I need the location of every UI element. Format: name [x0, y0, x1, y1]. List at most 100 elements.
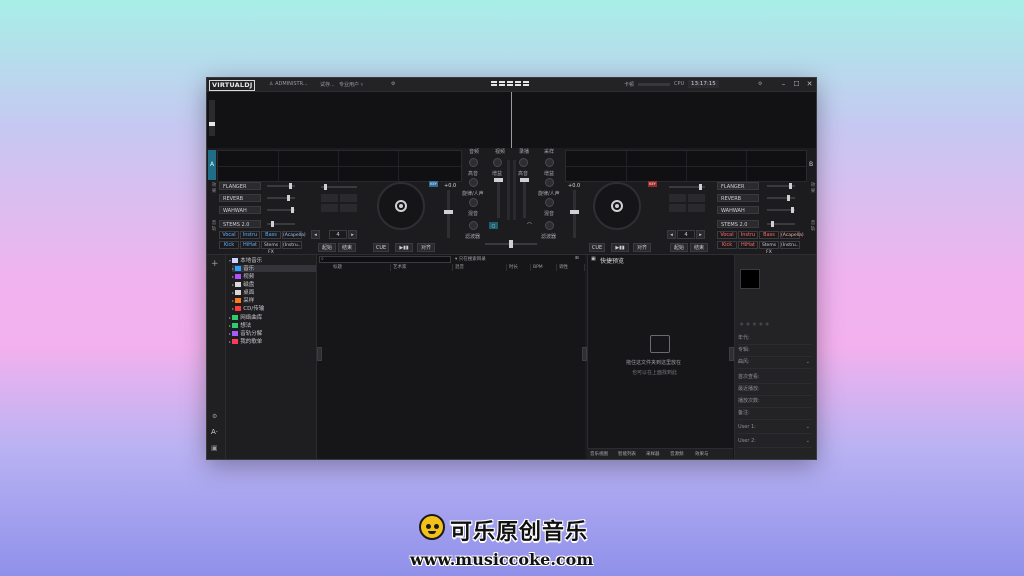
deck-b-jogwheel[interactable]: [593, 182, 641, 230]
deck-a-loop-out[interactable]: 结束: [338, 243, 356, 252]
deck-b-pad-vocal[interactable]: Vocal: [717, 231, 737, 239]
mixer-crossfader-mode[interactable]: ▢: [489, 222, 498, 229]
search-input[interactable]: ⌕: [319, 256, 451, 263]
settings-icon[interactable]: ⚙: [758, 81, 762, 87]
deck-a-cue-button[interactable]: CUE: [373, 243, 389, 252]
deck-b-cue-button[interactable]: CUE: [589, 243, 605, 252]
tree-item-video[interactable]: ▸ 视频: [232, 273, 254, 280]
rating-stars[interactable]: ★★★★★: [739, 321, 771, 328]
deck-b-loop-dec[interactable]: ◂: [667, 230, 676, 239]
deck-b-fx-1-slider[interactable]: [767, 183, 795, 189]
tab-smart-list[interactable]: 智能列表: [618, 451, 636, 458]
mixer-left-knob-high[interactable]: [469, 158, 478, 167]
headphone-icon[interactable]: ⌒: [525, 222, 534, 229]
deck-b-fx-2-slider[interactable]: [767, 195, 795, 201]
list-left-dock-handle[interactable]: [317, 347, 322, 361]
mixer-tab-video[interactable]: 视频: [495, 148, 505, 155]
deck-b-pad-kick[interactable]: Kick: [717, 241, 737, 249]
deck-a-waveform[interactable]: [217, 150, 462, 182]
deck-b-label[interactable]: B: [807, 150, 815, 180]
deck-a-loop-dec[interactable]: ◂: [311, 230, 320, 239]
tree-item-ideas[interactable]: ▸ 想法: [229, 322, 251, 329]
deck-b-pad-instru2[interactable]: (Instru...): [780, 241, 800, 249]
close-button[interactable]: ✕: [805, 80, 814, 89]
user-menu[interactable]: ♙ ADMINISTR...: [269, 81, 308, 87]
tree-item-stems[interactable]: ▸ 音轨分解: [229, 330, 262, 337]
info-user1[interactable]: User 1: ⌄: [738, 422, 812, 434]
deck-b-loop-in[interactable]: 起始: [670, 243, 688, 252]
deck-a-fx-3[interactable]: WAHWAH: [219, 206, 261, 214]
deck-a-pad-vocal[interactable]: Vocal: [219, 231, 239, 239]
deck-a-volume-slider[interactable]: [321, 184, 357, 190]
deck-b-pad-instru[interactable]: Instru: [738, 231, 758, 239]
deck-a-pad-grid[interactable]: [321, 194, 357, 212]
deck-a-pad-kick[interactable]: Kick: [219, 241, 239, 249]
info-genre[interactable]: 曲风: ⌄: [738, 357, 812, 369]
tree-item-cd[interactable]: ▸ CD/传输: [232, 305, 264, 312]
deck-a-fx-3-slider[interactable]: [267, 207, 295, 213]
deck-a-loop-size[interactable]: 4: [329, 230, 347, 239]
search-filter-dropdown[interactable]: ▾ 只在搜索目录: [455, 256, 486, 262]
deck-a-pitch-slider[interactable]: [444, 190, 453, 238]
deck-b-volume-slider[interactable]: [669, 184, 705, 190]
deck-a-key-badge[interactable]: KEY: [429, 181, 438, 187]
info-comment[interactable]: 备注:: [738, 408, 812, 420]
mixer-left-channel-fader[interactable]: [494, 178, 503, 218]
deck-a-pad-instru[interactable]: Instru: [240, 231, 260, 239]
col-key[interactable]: 调性: [557, 264, 585, 271]
tb-item-2[interactable]: 试存...: [320, 81, 335, 88]
mixer-left-knob-filter[interactable]: [469, 221, 478, 230]
deck-a-jogwheel[interactable]: [377, 182, 425, 230]
mixer-right-knob-gain[interactable]: [545, 158, 554, 167]
deck-a-sync-button[interactable]: 对齐: [417, 243, 435, 252]
deck-b-sync-button[interactable]: 对齐: [633, 243, 651, 252]
deck-b-pad-grid[interactable]: [669, 194, 705, 212]
tab-music-view[interactable]: 音乐视图: [590, 451, 608, 458]
col-remix[interactable]: 混音: [453, 264, 507, 271]
deck-a-fx-2-slider[interactable]: [267, 195, 295, 201]
info-user2[interactable]: User 2: ⌄: [738, 436, 812, 448]
deck-b-pad-acapella[interactable]: (Acapella): [780, 231, 804, 239]
mixer-right-knob-high[interactable]: [519, 158, 528, 167]
deck-a-stems-slider[interactable]: [267, 221, 295, 227]
col-length[interactable]: 时长: [507, 264, 531, 271]
mixer-right-knob-mix[interactable]: [545, 198, 554, 207]
deck-b-stems-slider[interactable]: [767, 221, 795, 227]
deck-a-pad-stemsfx[interactable]: Stems FX: [261, 241, 281, 255]
volume-meter[interactable]: [209, 100, 215, 136]
deck-a-pad-acapella[interactable]: (Acapella): [282, 231, 306, 239]
mixer-tab-record[interactable]: 录播: [519, 148, 529, 155]
deck-a-play-button[interactable]: ▶▮▮: [395, 243, 413, 252]
mixer-tab-audio[interactable]: 音频: [469, 148, 479, 155]
tree-item-music[interactable]: ▸ 音乐: [232, 265, 316, 272]
col-artist[interactable]: 艺术家: [391, 264, 453, 271]
deck-b-pitch-slider[interactable]: [570, 190, 579, 238]
mixer-tab-sampler[interactable]: 采样: [544, 148, 554, 155]
settings-small-icon[interactable]: ⚙: [212, 413, 217, 420]
deck-a-pad-bass[interactable]: Bass: [261, 231, 281, 239]
col-title[interactable]: 标题: [331, 264, 391, 271]
mixer-right-channel-fader[interactable]: [520, 178, 529, 218]
mixer-left-knob-mix[interactable]: [469, 198, 478, 207]
deck-a-loop-inc[interactable]: ▸: [348, 230, 357, 239]
list-options-icon[interactable]: ⊞: [575, 256, 579, 261]
mixer-left-knob-gain[interactable]: [493, 158, 502, 167]
deck-b-key-badge[interactable]: KEY: [648, 181, 657, 187]
tree-item-local[interactable]: ▾ 本地音乐: [229, 257, 262, 264]
deck-b-loop-size[interactable]: 4: [677, 230, 695, 239]
deck-b-play-button[interactable]: ▶▮▮: [611, 243, 629, 252]
mode-dropdown[interactable]: 专业用户 ▿: [339, 81, 363, 88]
tree-item-desktop[interactable]: ▸ 桌面: [232, 289, 254, 296]
deck-a-pad-hihat[interactable]: HiHat: [240, 241, 260, 249]
deck-a-loop-in[interactable]: 起始: [318, 243, 336, 252]
deck-b-stems-label[interactable]: STEMS 2.0: [717, 220, 759, 228]
col-bpm[interactable]: BPM: [531, 264, 557, 271]
deck-a-fx-2[interactable]: REVERB: [219, 194, 261, 202]
tree-item-samples[interactable]: ▸ 采样: [232, 297, 254, 304]
deck-b-pad-hihat[interactable]: HiHat: [738, 241, 758, 249]
font-size-button[interactable]: A·: [211, 428, 218, 436]
deck-a-stems-label[interactable]: STEMS 2.0: [219, 220, 261, 228]
tree-item-playlists[interactable]: ▸ 我的歌单: [229, 338, 262, 345]
mixer-right-knob-filter[interactable]: [545, 221, 554, 230]
tab-sampler[interactable]: 采样器: [646, 451, 660, 458]
